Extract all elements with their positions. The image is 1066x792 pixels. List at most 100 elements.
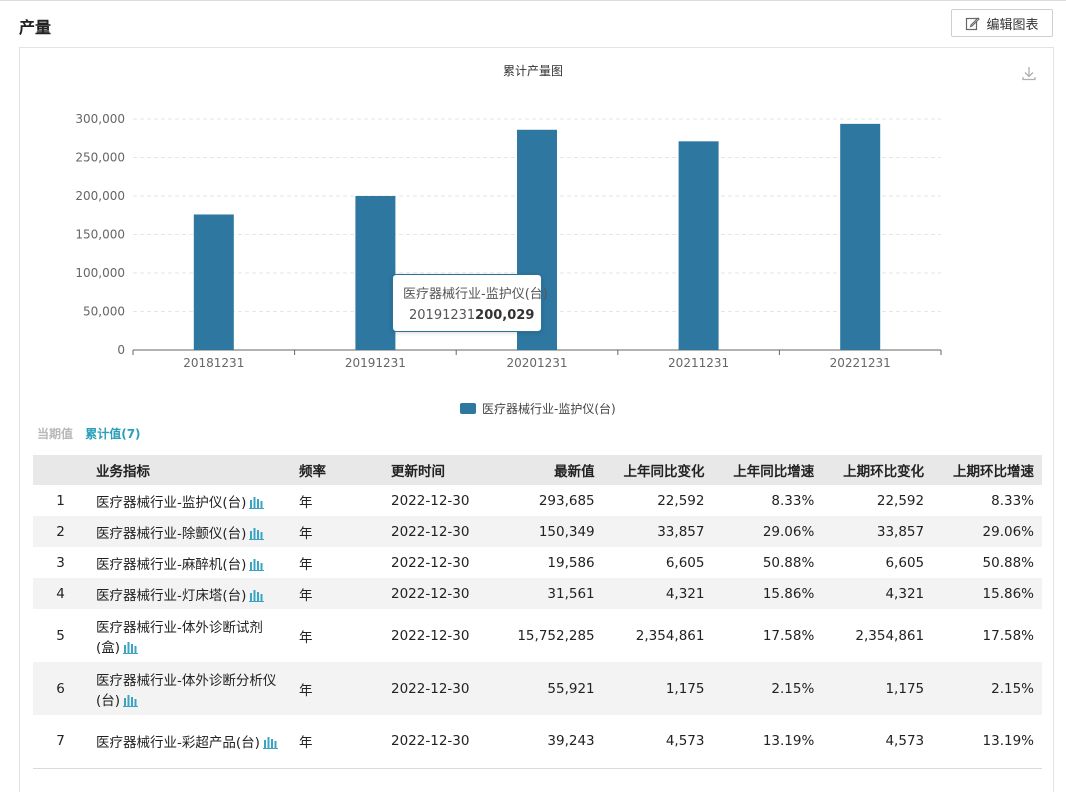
bar-chart-icon[interactable] <box>249 496 265 509</box>
row-indicator[interactable]: 医疗器械行业-体外诊断分析仪(台) <box>88 662 291 715</box>
row-indicator[interactable]: 医疗器械行业-麻醉机(台) <box>88 547 291 578</box>
bar-chart-icon[interactable] <box>123 641 139 654</box>
row-yoy-rate: 29.06% <box>712 516 823 547</box>
row-mom-change: 4,573 <box>822 715 933 769</box>
row-latest: 31,561 <box>497 578 603 609</box>
row-index: 5 <box>33 609 88 662</box>
row-latest: 19,586 <box>497 547 603 578</box>
col-latest-header[interactable]: 最新值 <box>497 455 603 485</box>
row-indicator[interactable]: 医疗器械行业-灯床塔(台) <box>88 578 291 609</box>
indicator-name[interactable]: 医疗器械行业-体外诊断试剂(盒) <box>96 620 263 656</box>
row-mom-change: 22,592 <box>822 485 933 516</box>
bar-chart-icon[interactable] <box>249 558 265 571</box>
row-mom-change: 6,605 <box>822 547 933 578</box>
indicator-name[interactable]: 医疗器械行业-灯床塔(台) <box>96 588 246 604</box>
indicator-name[interactable]: 医疗器械行业-除颤仪(台) <box>96 526 246 542</box>
bar-chart-icon[interactable] <box>249 589 265 602</box>
row-index: 4 <box>33 578 88 609</box>
row-frequency: 年 <box>291 547 383 578</box>
row-yoy-change: 22,592 <box>602 485 713 516</box>
x-tick-label: 20221231 <box>830 356 891 370</box>
row-mom-rate: 8.33% <box>932 485 1042 516</box>
row-index: 7 <box>33 715 88 769</box>
tooltip-series-name: 医疗器械行业-监护仪(台) <box>403 287 548 302</box>
row-yoy-change: 4,321 <box>602 578 713 609</box>
col-index-header <box>33 455 88 485</box>
table-row: 7 医疗器械行业-彩超产品(台) 年 2022-12-30 39,243 4,5… <box>33 715 1042 769</box>
row-yoy-rate: 8.33% <box>712 485 823 516</box>
chart-legend[interactable]: 医疗器械行业-监护仪(台) <box>460 400 616 417</box>
row-indicator[interactable]: 医疗器械行业-体外诊断试剂(盒) <box>88 609 291 662</box>
row-mom-change: 2,354,861 <box>822 609 933 662</box>
row-yoy-rate: 17.58% <box>712 609 823 662</box>
col-yoy-change-header[interactable]: 上年同比变化 <box>602 455 713 485</box>
y-tick-label: 100,000 <box>75 266 125 280</box>
row-mom-rate: 50.88% <box>932 547 1042 578</box>
x-tick-label: 20181231 <box>183 356 244 370</box>
row-yoy-change: 2,354,861 <box>602 609 713 662</box>
row-frequency: 年 <box>291 609 383 662</box>
table-row: 4 医疗器械行业-灯床塔(台) 年 2022-12-30 31,561 4,32… <box>33 578 1042 609</box>
row-indicator[interactable]: 医疗器械行业-监护仪(台) <box>88 485 291 516</box>
indicator-name[interactable]: 医疗器械行业-彩超产品(台) <box>96 735 260 751</box>
row-latest: 15,752,285 <box>497 609 603 662</box>
row-update-time: 2022-12-30 <box>383 485 497 516</box>
row-update-time: 2022-12-30 <box>383 662 497 715</box>
tooltip-category: 20191231 <box>409 308 476 323</box>
table-row: 1 医疗器械行业-监护仪(台) 年 2022-12-30 293,685 22,… <box>33 485 1042 516</box>
col-update-time-header[interactable]: 更新时间 <box>383 455 497 485</box>
row-yoy-rate: 15.86% <box>712 578 823 609</box>
row-mom-rate: 17.58% <box>932 609 1042 662</box>
tooltip-value: 200,029 <box>475 308 535 323</box>
col-mom-rate-header[interactable]: 上期环比增速 <box>932 455 1042 485</box>
legend-swatch <box>460 403 476 414</box>
indicator-name[interactable]: 医疗器械行业-麻醉机(台) <box>96 557 246 573</box>
row-update-time: 2022-12-30 <box>383 516 497 547</box>
x-tick-label: 20211231 <box>668 356 729 370</box>
row-yoy-rate: 2.15% <box>712 662 823 715</box>
row-indicator[interactable]: 医疗器械行业-除颤仪(台) <box>88 516 291 547</box>
row-index: 6 <box>33 662 88 715</box>
table-row: 6 医疗器械行业-体外诊断分析仪(台) 年 2022-12-30 55,921 … <box>33 662 1042 715</box>
indicator-name[interactable]: 医疗器械行业-监护仪(台) <box>96 495 246 511</box>
bar-chart-icon[interactable] <box>249 527 265 540</box>
row-latest: 55,921 <box>497 662 603 715</box>
col-indicator-header[interactable]: 业务指标 <box>88 455 291 485</box>
row-indicator[interactable]: 医疗器械行业-彩超产品(台) <box>88 715 291 769</box>
row-index: 3 <box>33 547 88 578</box>
table-row: 5 医疗器械行业-体外诊断试剂(盒) 年 2022-12-30 15,752,2… <box>33 609 1042 662</box>
table-header-row: 业务指标 频率 更新时间 最新值 上年同比变化 上年同比增速 上期环比变化 上期… <box>33 455 1042 485</box>
row-update-time: 2022-12-30 <box>383 547 497 578</box>
row-latest: 293,685 <box>497 485 603 516</box>
bar <box>355 195 396 350</box>
bar-chart-icon[interactable] <box>123 694 139 707</box>
bar-chart-icon[interactable] <box>262 736 278 750</box>
row-frequency: 年 <box>291 578 383 609</box>
row-yoy-rate: 13.19% <box>712 715 823 769</box>
col-mom-change-header[interactable]: 上期环比变化 <box>822 455 933 485</box>
col-yoy-rate-header[interactable]: 上年同比增速 <box>712 455 823 485</box>
col-frequency-header[interactable]: 频率 <box>291 455 383 485</box>
bar-chart: 0 50,000 100,000 150,000 200,000 250,000 300,0… <box>75 112 942 370</box>
row-mom-rate: 29.06% <box>932 516 1042 547</box>
row-mom-rate: 13.19% <box>932 715 1042 769</box>
row-frequency: 年 <box>291 662 383 715</box>
y-tick-label: 50,000 <box>83 305 125 319</box>
row-mom-change: 1,175 <box>822 662 933 715</box>
table-row: 3 医疗器械行业-麻醉机(台) 年 2022-12-30 19,586 6,60… <box>33 547 1042 578</box>
row-yoy-change: 1,175 <box>602 662 713 715</box>
row-mom-change: 33,857 <box>822 516 933 547</box>
row-index: 2 <box>33 516 88 547</box>
row-frequency: 年 <box>291 715 383 769</box>
chart-tooltip: 医疗器械行业-监护仪(台) 20191231 200,029 <box>392 274 548 332</box>
table-row: 2 医疗器械行业-除颤仪(台) 年 2022-12-30 150,349 33,… <box>33 516 1042 547</box>
tab-cumulative-value[interactable]: 累计值(7) <box>85 427 140 441</box>
legend-label: 医疗器械行业-监护仪(台) <box>482 402 616 416</box>
tab-current-value[interactable]: 当期值 <box>37 427 73 441</box>
row-latest: 150,349 <box>497 516 603 547</box>
row-update-time: 2022-12-30 <box>383 609 497 662</box>
row-update-time: 2022-12-30 <box>383 715 497 769</box>
row-mom-change: 4,321 <box>822 578 933 609</box>
row-yoy-change: 6,605 <box>602 547 713 578</box>
row-update-time: 2022-12-30 <box>383 578 497 609</box>
